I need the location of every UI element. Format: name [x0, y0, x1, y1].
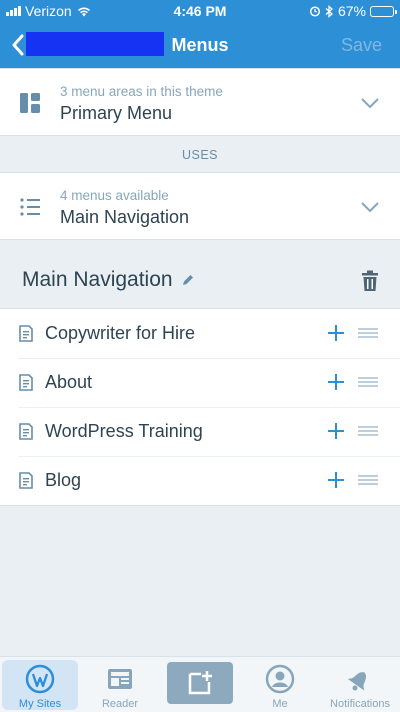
- wordpress-icon: [25, 664, 55, 694]
- menu-area-selector[interactable]: 3 menu areas in this theme Primary Menu: [0, 68, 400, 136]
- drag-handle-icon[interactable]: [358, 328, 378, 338]
- write-post-button[interactable]: [167, 662, 233, 704]
- layout-icon: [20, 93, 40, 113]
- menu-item[interactable]: About: [0, 358, 400, 407]
- menu-item-label: WordPress Training: [45, 421, 203, 441]
- plus-icon[interactable]: [327, 373, 345, 391]
- signal-icon: [6, 6, 21, 16]
- tab-label: Me: [272, 698, 288, 710]
- plus-icon[interactable]: [327, 422, 345, 440]
- menu-selector[interactable]: 4 menus available Main Navigation: [0, 172, 400, 240]
- menu-item[interactable]: Copywriter for Hire: [0, 309, 400, 358]
- save-button[interactable]: Save: [341, 35, 382, 56]
- tab-me[interactable]: Me: [242, 660, 318, 710]
- bluetooth-icon: [325, 4, 333, 18]
- carrier-label: Verizon: [25, 3, 72, 19]
- nav-bar: Menus Save: [0, 22, 400, 68]
- me-icon: [265, 664, 295, 694]
- menu-item-label: Copywriter for Hire: [45, 323, 196, 343]
- chevron-down-icon: [361, 98, 379, 109]
- menu-item-label: Blog: [45, 470, 82, 490]
- battery-icon: [370, 5, 397, 17]
- alarm-icon: [309, 6, 321, 17]
- status-left: Verizon: [6, 3, 92, 19]
- page-icon: [19, 374, 33, 391]
- status-right: 67%: [309, 3, 397, 19]
- pencil-icon[interactable]: [181, 273, 195, 287]
- battery-percent: 67%: [337, 3, 366, 19]
- page-title-text: Menus: [171, 35, 229, 55]
- write-icon: [188, 671, 212, 695]
- chevron-down-icon: [361, 202, 379, 213]
- drag-handle-icon[interactable]: [358, 426, 378, 436]
- menu-area-count: 3 menu areas in this theme: [60, 84, 223, 99]
- page-icon: [19, 472, 33, 489]
- trash-icon[interactable]: [361, 270, 379, 292]
- tab-label: Notifications: [330, 698, 390, 710]
- menu-name: Main Navigation: [60, 207, 190, 227]
- uses-label: USES: [181, 148, 219, 162]
- plus-icon[interactable]: [327, 471, 345, 489]
- menu-items-list: Copywriter for Hire About WordPress Trai…: [0, 308, 400, 506]
- menu-area-name: Primary Menu: [60, 103, 173, 123]
- menus-count: 4 menus available: [60, 188, 169, 203]
- drag-handle-icon[interactable]: [358, 475, 378, 485]
- menu-title[interactable]: Main Navigation: [22, 268, 195, 292]
- plus-icon[interactable]: [327, 324, 345, 342]
- menu-item-label: About: [45, 372, 93, 392]
- tab-bar: My Sites Reader Me Notifications: [0, 656, 400, 712]
- reader-icon: [108, 669, 132, 689]
- tab-my-sites[interactable]: My Sites: [2, 660, 78, 710]
- wifi-icon: [77, 7, 90, 17]
- page-icon: [19, 325, 33, 342]
- list-icon: [20, 198, 40, 216]
- tab-reader[interactable]: Reader: [82, 660, 158, 710]
- tab-notifications[interactable]: Notifications: [322, 660, 398, 710]
- tab-label: My Sites: [18, 698, 62, 710]
- menu-item[interactable]: WordPress Training: [0, 407, 400, 456]
- status-bar: Verizon 4:46 PM 67%: [0, 0, 400, 22]
- menu-title-text: Main Navigation: [22, 268, 173, 291]
- bell-icon: [347, 672, 367, 691]
- drag-handle-icon[interactable]: [358, 377, 378, 387]
- tab-label: Reader: [101, 698, 139, 710]
- page-icon: [19, 423, 33, 440]
- menu-item[interactable]: Blog: [0, 456, 400, 505]
